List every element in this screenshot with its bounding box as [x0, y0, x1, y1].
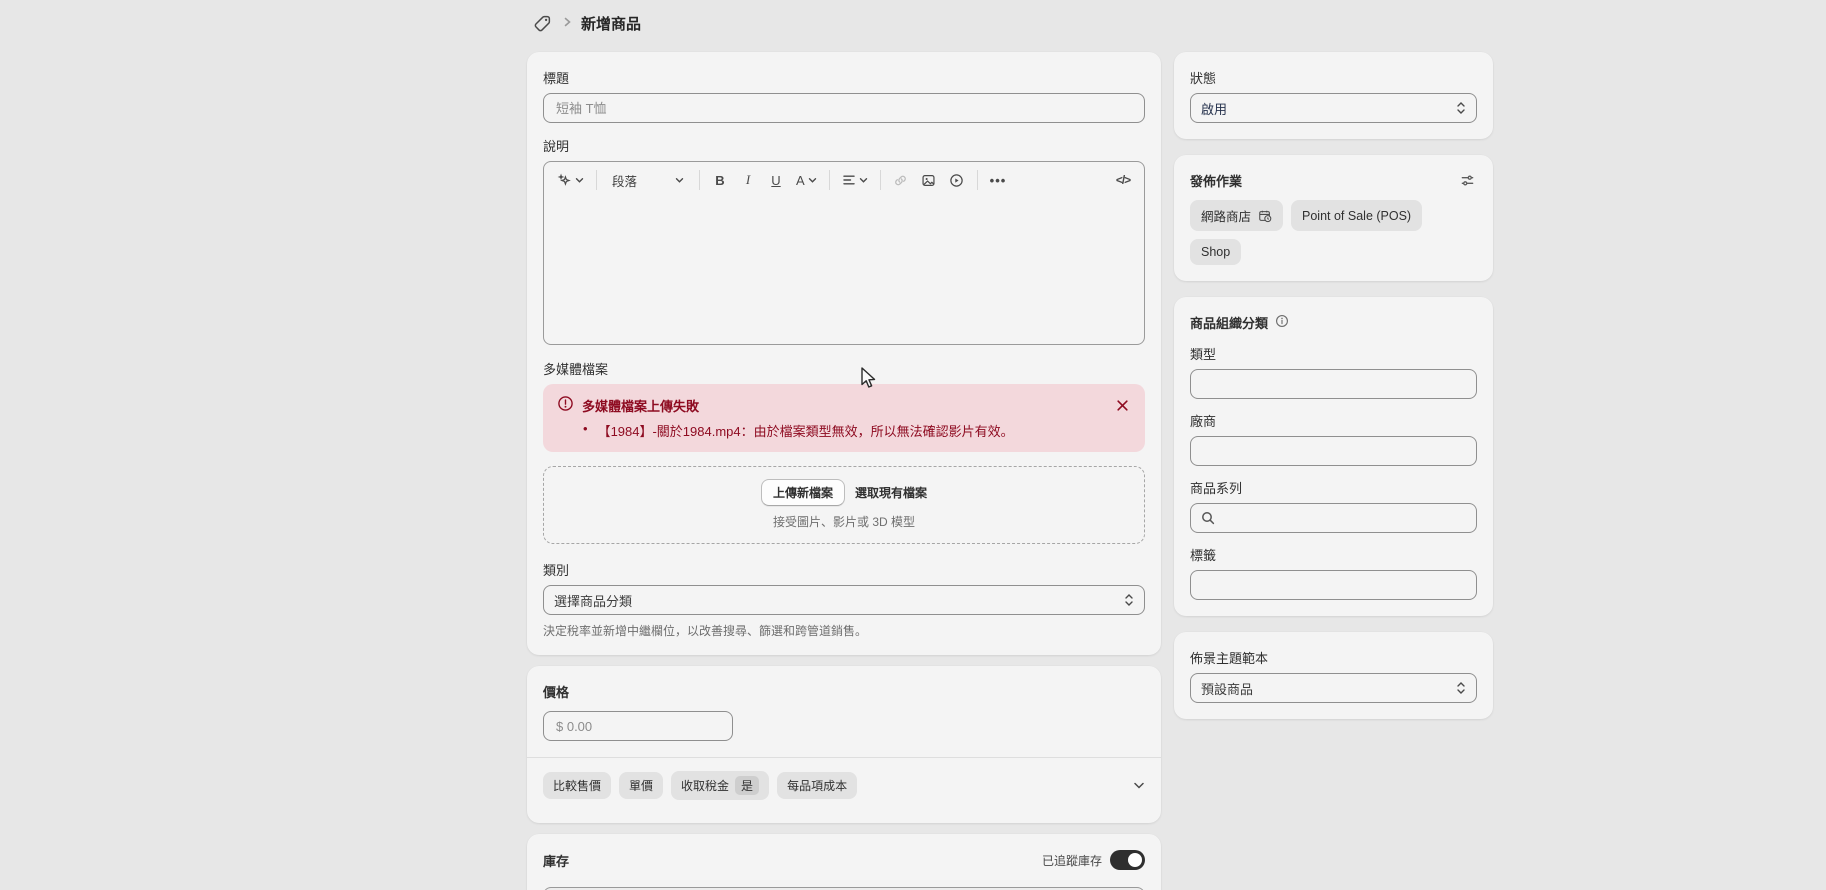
channel-label: 網路商店	[1201, 206, 1251, 225]
toolbar-separator	[880, 170, 881, 190]
tags-label: 標籤	[1190, 545, 1477, 564]
pricing-options-row: 比較售價 單價 收取稅金 是 每品項成本	[543, 771, 1145, 800]
rich-text-editor: 段落 B I U A	[543, 161, 1145, 345]
status-label: 狀態	[1190, 68, 1477, 87]
bold-button[interactable]: B	[707, 167, 733, 193]
close-icon[interactable]	[1114, 397, 1131, 414]
editor-toolbar: 段落 B I U A	[544, 162, 1144, 198]
publishing-title: 發佈作業	[1190, 171, 1242, 190]
collections-search-input[interactable]	[1190, 503, 1477, 533]
alert-circle-icon	[557, 395, 574, 415]
media-dropzone[interactable]: 上傳新檔案 選取現有檔案 接受圖片、影片或 3D 模型	[543, 466, 1145, 544]
toolbar-separator	[596, 170, 597, 190]
inventory-card: 庫存 已追蹤庫存	[527, 834, 1161, 890]
price-input[interactable]	[543, 711, 733, 741]
breadcrumb: 新增商品	[531, 12, 641, 35]
tracked-inventory-label: 已追蹤庫存	[1042, 852, 1102, 869]
select-updown-icon	[1456, 681, 1466, 695]
text-color-button[interactable]: A	[791, 167, 822, 193]
error-title: 多媒體檔案上傳失敗	[582, 396, 699, 415]
divider	[527, 757, 1161, 758]
organization-card: 商品組織分類 類型 廠商 商品系列	[1174, 297, 1493, 616]
page-title: 新增商品	[581, 13, 641, 34]
vendor-input[interactable]	[1190, 436, 1477, 466]
paragraph-style-dropdown[interactable]: 段落	[604, 167, 692, 193]
charge-tax-label: 收取稅金	[681, 777, 729, 794]
calendar-clock-icon[interactable]	[1258, 209, 1272, 223]
chevron-down-icon[interactable]	[1133, 778, 1145, 793]
channel-shop: Shop	[1190, 239, 1241, 265]
adjust-settings-icon[interactable]	[1458, 171, 1477, 190]
theme-template-label: 佈景主題範本	[1190, 648, 1477, 667]
error-detail: 【1984】-關於1984.mp4：由於檔案類型無效，所以無法確認影片有效。	[598, 421, 1014, 440]
insert-image-icon[interactable]	[916, 167, 942, 193]
select-updown-icon	[1456, 101, 1466, 115]
charge-tax-pill[interactable]: 收取稅金 是	[671, 771, 769, 800]
theme-template-card: 佈景主題範本 預設商品	[1174, 632, 1493, 719]
vendor-label: 廠商	[1190, 411, 1477, 430]
cost-per-item-pill[interactable]: 每品項成本	[777, 772, 857, 799]
search-icon	[1200, 510, 1216, 526]
track-inventory-toggle[interactable]	[1110, 850, 1145, 870]
charge-tax-value: 是	[735, 776, 759, 795]
title-input[interactable]	[543, 93, 1145, 123]
products-tag-icon[interactable]	[531, 12, 554, 35]
toggle-knob	[1128, 853, 1142, 867]
insert-video-icon[interactable]	[944, 167, 970, 193]
text-color-glyph: A	[796, 173, 805, 188]
pricing-title: 價格	[543, 682, 1145, 701]
theme-template-value: 預設商品	[1201, 679, 1253, 698]
underline-button[interactable]: U	[763, 167, 789, 193]
publishing-card: 發佈作業 網路商店	[1174, 155, 1493, 281]
alignment-button[interactable]	[837, 167, 873, 193]
toolbar-separator	[829, 170, 830, 190]
pricing-card: 價格 比較售價 單價 收取稅金 是 每品項成本	[527, 666, 1161, 823]
link-icon	[888, 167, 914, 193]
show-html-button[interactable]: </>	[1110, 167, 1136, 193]
type-label: 類型	[1190, 344, 1477, 363]
italic-button[interactable]: I	[735, 167, 761, 193]
status-select[interactable]: 啟用	[1190, 93, 1477, 123]
title-label: 標題	[543, 68, 1145, 87]
category-label: 類別	[543, 560, 1145, 579]
collections-label: 商品系列	[1190, 478, 1477, 497]
sidebar: 狀態 啟用 發佈作業 網路商店	[1174, 52, 1493, 890]
error-bullet: •	[583, 421, 588, 440]
toolbar-separator	[699, 170, 700, 190]
category-helper-text: 決定稅率並新增中繼欄位，以改善搜尋、篩選和跨管道銷售。	[543, 622, 1145, 639]
organization-title: 商品組織分類	[1190, 313, 1268, 332]
category-select[interactable]: 選擇商品分類	[543, 585, 1145, 615]
description-label: 說明	[543, 136, 1145, 155]
channel-pos: Point of Sale (POS)	[1291, 200, 1422, 231]
toolbar-separator	[977, 170, 978, 190]
inventory-title: 庫存	[543, 851, 569, 870]
compare-at-price-pill[interactable]: 比較售價	[543, 772, 611, 799]
media-upload-error-banner: 多媒體檔案上傳失敗 • 【1984】-關於1984.mp4：由於檔案類型無效，所…	[543, 384, 1145, 452]
paragraph-style-label: 段落	[612, 171, 637, 190]
type-input[interactable]	[1190, 369, 1477, 399]
more-options-button[interactable]: •••	[985, 167, 1012, 193]
channel-online-store: 網路商店	[1190, 200, 1283, 231]
upload-hint: 接受圖片、影片或 3D 模型	[544, 513, 1144, 530]
description-textarea[interactable]	[544, 198, 1144, 344]
main-column: 標題 說明 段落	[527, 52, 1161, 890]
status-card: 狀態 啟用	[1174, 52, 1493, 139]
select-updown-icon	[1124, 593, 1134, 607]
breadcrumb-chevron-icon	[563, 16, 572, 31]
category-select-value: 選擇商品分類	[554, 591, 632, 610]
theme-template-select[interactable]: 預設商品	[1190, 673, 1477, 703]
upload-new-file-button[interactable]: 上傳新檔案	[761, 479, 845, 506]
status-select-value: 啟用	[1201, 99, 1227, 118]
media-label: 多媒體檔案	[543, 359, 1145, 378]
unit-price-pill[interactable]: 單價	[619, 772, 663, 799]
info-icon[interactable]	[1275, 314, 1289, 331]
tags-input[interactable]	[1190, 570, 1477, 600]
select-existing-file-button[interactable]: 選取現有檔案	[855, 484, 927, 501]
ai-magic-button[interactable]	[552, 167, 589, 193]
product-details-card: 標題 說明 段落	[527, 52, 1161, 655]
